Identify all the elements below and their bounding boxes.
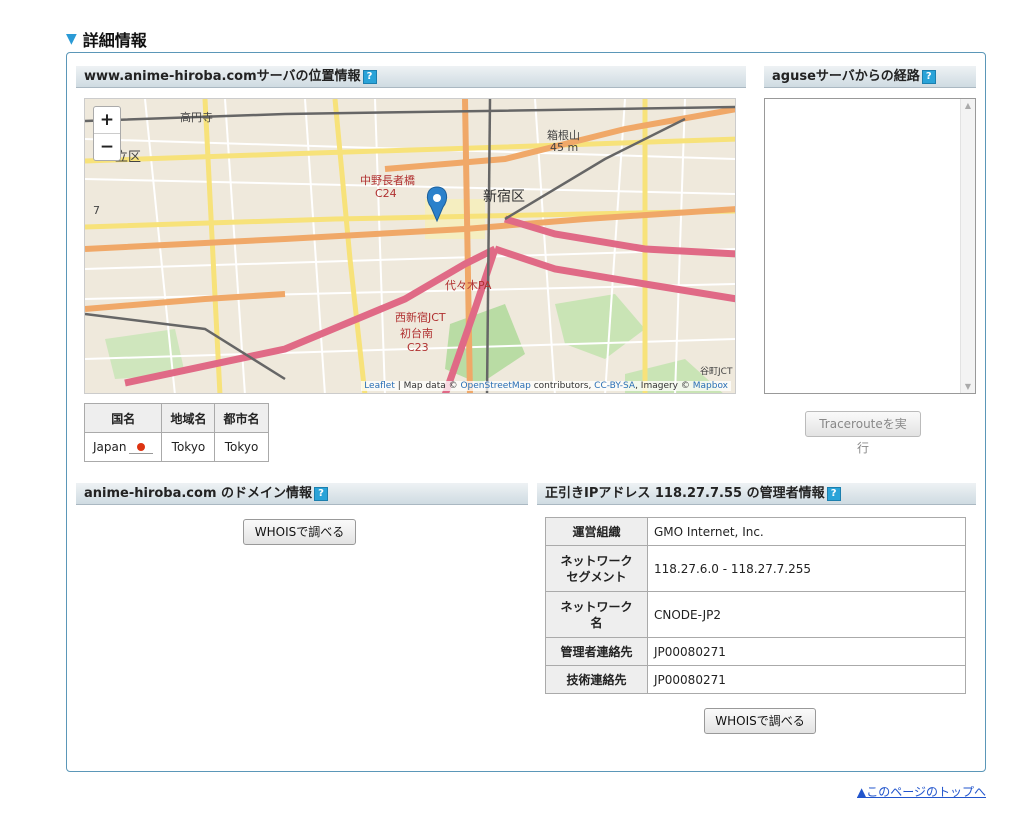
osm-link[interactable]: OpenStreetMap <box>460 381 530 391</box>
map-label-c23: C23 <box>407 341 429 354</box>
traceroute-button[interactable]: Tracerouteを実行 <box>805 411 921 455</box>
header-city: 都市名 <box>214 403 269 433</box>
scrollbar[interactable]: ▲ ▼ <box>960 99 975 393</box>
domain-whois-button[interactable]: WHOISで調べる <box>243 519 356 545</box>
map-label-hakoneyama: 箱根山 <box>547 128 580 142</box>
help-icon[interactable]: ? <box>921 69 936 84</box>
zoom-out-button[interactable]: − <box>94 133 120 160</box>
table-row: 運営組織 GMO Internet, Inc. <box>545 517 966 546</box>
country-cell: Japan <box>83 432 163 462</box>
row-label: ネットワーク セグメント <box>545 545 648 592</box>
table-row: 技術連絡先 JP00080271 <box>545 665 966 694</box>
mapbox-link[interactable]: Mapbox <box>693 381 728 391</box>
ip-admin-table: 運営組織 GMO Internet, Inc. ネットワーク セグメント 118.… <box>545 517 966 694</box>
help-icon[interactable]: ? <box>314 486 329 501</box>
triangle-down-icon[interactable]: ▼ <box>66 31 77 47</box>
row-label-line: 名 <box>590 615 603 630</box>
section-title-text: 詳細情報 <box>82 31 147 50</box>
page-top-link[interactable]: ▲このページのトップへ <box>857 783 986 800</box>
row-label-line: ネットワーク <box>560 553 633 568</box>
map-label-hatsudai-minami: 初台南 <box>400 326 433 340</box>
map-label-elevation: 45 m <box>550 141 578 154</box>
japan-flag-icon <box>129 441 154 454</box>
row-label: 運営組織 <box>545 517 648 546</box>
city-value: Tokyo <box>214 432 269 462</box>
row-value: CNODE-JP2 <box>647 591 966 638</box>
row-label: 管理者連絡先 <box>545 637 648 666</box>
location-header: www.anime-hiroba.comサーバの位置情報? <box>76 66 746 88</box>
table-row: ネットワーク名 CNODE-JP2 <box>545 591 966 638</box>
row-label-line: ネットワーク <box>560 599 633 614</box>
leaflet-link[interactable]: Leaflet <box>364 381 395 391</box>
header-country: 国名 <box>83 403 163 433</box>
scroll-up-icon[interactable]: ▲ <box>961 101 975 110</box>
row-value: JP00080271 <box>647 665 966 694</box>
ip-title: 正引きIPアドレス 118.27.7.55 の管理者情報 <box>545 486 825 501</box>
location-title: www.anime-hiroba.comサーバの位置情報 <box>84 69 361 84</box>
help-icon[interactable]: ? <box>826 486 841 501</box>
row-value: JP00080271 <box>647 637 966 666</box>
map-tiles: 高円寺 立区 新宿区 中野長者橋 C24 西新宿JCT 初台南 C23 代々木P… <box>85 99 735 393</box>
row-label: ネットワーク名 <box>545 591 648 638</box>
row-value: GMO Internet, Inc. <box>647 517 966 546</box>
map-label-nakano-chojabashi: 中野長者橋 <box>360 173 415 187</box>
map-attribution: Leaflet | Map data © OpenStreetMap contr… <box>361 381 731 391</box>
route-title: aguseサーバからの経路 <box>772 69 920 84</box>
ip-whois-button[interactable]: WHOISで調べる <box>704 708 816 734</box>
row-value: 118.27.6.0 - 118.27.7.255 <box>647 545 966 592</box>
map-label-koenji: 高円寺 <box>180 110 213 124</box>
row-label: 技術連絡先 <box>545 665 648 694</box>
region-value: Tokyo <box>161 432 216 462</box>
attribution-text: , Imagery © <box>635 381 693 391</box>
domain-title: anime-hiroba.com のドメイン情報 <box>84 486 313 501</box>
table-row: ネットワーク セグメント 118.27.6.0 - 118.27.7.255 <box>545 545 966 592</box>
zoom-control: + − <box>93 106 121 161</box>
country-value: Japan <box>93 440 127 454</box>
license-link[interactable]: CC-BY-SA <box>594 381 635 391</box>
map-label-route-7: 7 <box>93 204 100 217</box>
map[interactable]: 高円寺 立区 新宿区 中野長者橋 C24 西新宿JCT 初台南 C23 代々木P… <box>84 98 736 394</box>
table-row: 管理者連絡先 JP00080271 <box>545 637 966 666</box>
route-header: aguseサーバからの経路? <box>764 66 976 88</box>
section-title: ▼ 詳細情報 <box>66 27 147 51</box>
traceroute-output[interactable]: ▲ ▼ <box>764 98 976 394</box>
map-label-nishishinjuku-jct: 西新宿JCT <box>395 310 446 324</box>
map-label-c24: C24 <box>375 187 397 200</box>
scroll-down-icon[interactable]: ▼ <box>961 382 975 391</box>
help-icon[interactable]: ? <box>362 69 377 84</box>
map-label-tanimachi-jct: 谷町JCT <box>700 366 733 377</box>
attribution-text: | Map data © <box>394 381 461 391</box>
row-label-line: セグメント <box>566 569 627 584</box>
map-label-yoyogi-pa: 代々木PA <box>445 279 492 292</box>
header-region: 地域名 <box>161 403 216 433</box>
zoom-in-button[interactable]: + <box>94 107 120 133</box>
domain-header: anime-hiroba.com のドメイン情報? <box>76 483 528 505</box>
geo-table: 国名 地域名 都市名 Japan Tokyo Tokyo <box>83 403 269 462</box>
map-label-shinjuku: 新宿区 <box>483 188 525 205</box>
ip-header: 正引きIPアドレス 118.27.7.55 の管理者情報? <box>537 483 976 505</box>
attribution-text: contributors, <box>530 381 595 391</box>
